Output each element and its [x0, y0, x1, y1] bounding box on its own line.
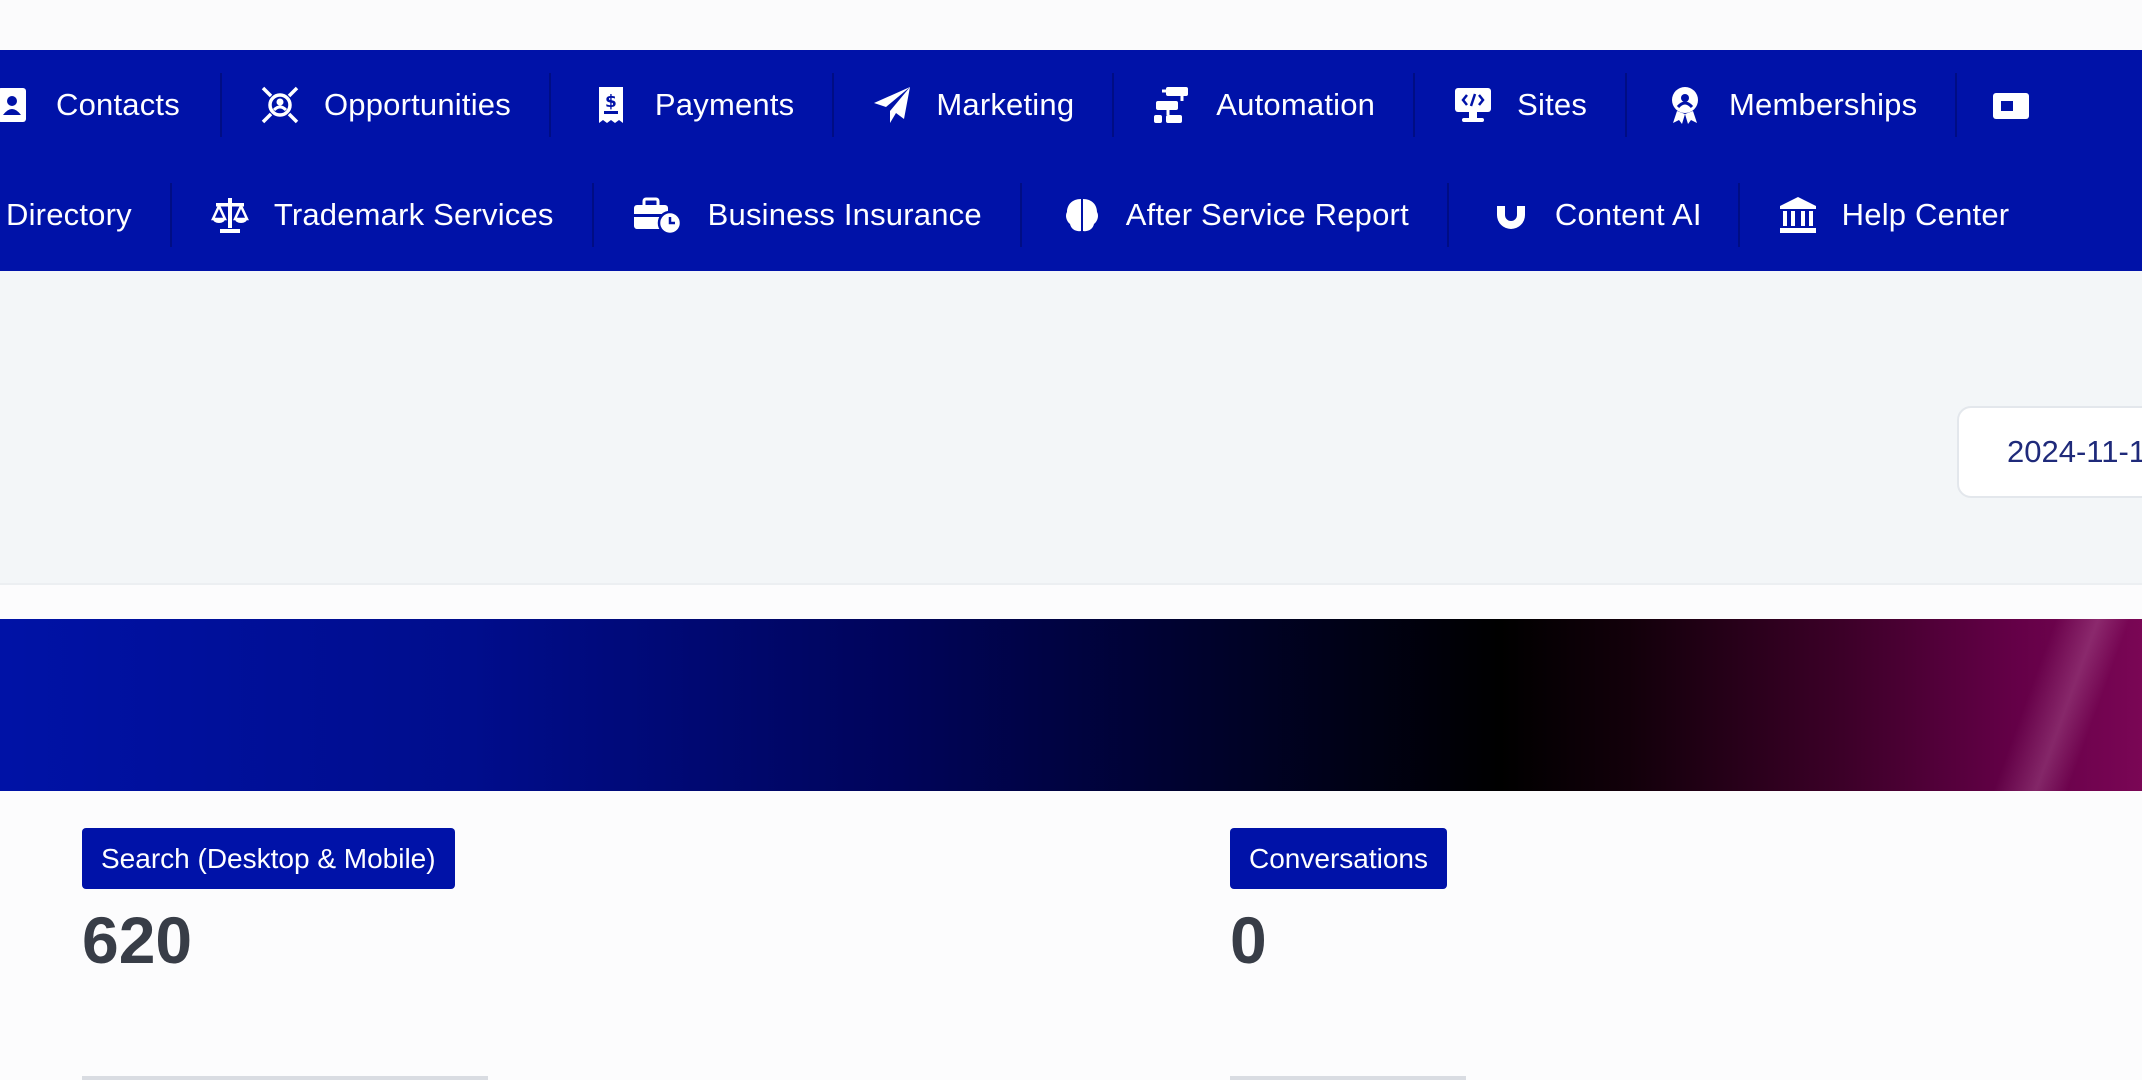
svg-text:$: $: [605, 92, 617, 112]
nav-label: Marketing: [936, 87, 1075, 122]
receipt-dollar-icon: $: [591, 85, 631, 125]
nav-label: Automation: [1216, 87, 1376, 122]
bank-building-icon: [1778, 195, 1818, 235]
nav-separator: [591, 183, 594, 247]
next-stat-badge-edge: [1230, 1076, 1466, 1080]
nav-separator: [1955, 73, 1958, 137]
nav-separator: [1737, 183, 1740, 247]
nav-item-marketing[interactable]: Marketing: [872, 50, 1074, 160]
nav-item-trademark-services[interactable]: Trademark Services: [210, 160, 554, 270]
magnet-icon: [1491, 195, 1531, 235]
top-strip: [0, 0, 2142, 50]
nav-separator: [1446, 183, 1449, 247]
nav-item-opportunities[interactable]: Opportunities: [260, 50, 511, 160]
scale-icon: [210, 195, 250, 235]
filter-area: [0, 271, 2142, 583]
nav-separator: [219, 73, 222, 137]
folder-icon: [1991, 85, 2031, 125]
nav-item-after-service-report[interactable]: After Service Report: [1062, 160, 1409, 270]
nav-label: Sites: [1517, 87, 1588, 122]
stat-value-search: 620: [82, 903, 193, 977]
nav-label: Memberships: [1729, 87, 1918, 122]
nav-label: Directory: [6, 197, 132, 232]
stat-label-text: Search (Desktop & Mobile): [101, 842, 436, 874]
nav-item-payments[interactable]: $ Payments: [591, 50, 794, 160]
stat-label-text: Conversations: [1249, 842, 1428, 874]
nav-label: Opportunities: [323, 87, 511, 122]
nav-label: Contacts: [56, 87, 180, 122]
nav-item-business-insurance[interactable]: Business Insurance: [632, 160, 982, 270]
spacer: [0, 585, 2142, 619]
nav-separator: [832, 73, 835, 137]
monitor-code-icon: [1453, 85, 1493, 125]
nav-label: Trademark Services: [273, 197, 554, 232]
target-user-icon: [260, 85, 300, 125]
nav-separator: [548, 73, 551, 137]
nav-label: Business Insurance: [707, 197, 982, 232]
nav-item-memberships[interactable]: Memberships: [1665, 50, 1917, 160]
nav-label: Payments: [654, 87, 795, 122]
date-range-picker[interactable]: 2024-11-1: [1957, 406, 2142, 498]
brain-icon: [1062, 195, 1102, 235]
nav-separator: [1019, 183, 1022, 247]
nav-label: Content AI: [1554, 197, 1702, 232]
nav-separator: [1413, 73, 1416, 137]
stat-value-conversations: 0: [1230, 903, 1267, 977]
nav-item-contacts[interactable]: Contacts: [0, 50, 180, 160]
nav-separator: [169, 183, 172, 247]
nav-label: Help Center: [1841, 197, 2010, 232]
nav-label: After Service Report: [1125, 197, 1409, 232]
award-badge-icon: [1665, 85, 1705, 125]
date-range-text: 2024-11-1: [2007, 434, 2142, 469]
nav-separator: [1625, 73, 1628, 137]
nav-separator: [1112, 73, 1115, 137]
nav-item-sites[interactable]: Sites: [1453, 50, 1587, 160]
nav-item-next-partial[interactable]: [1991, 50, 2055, 160]
briefcase-clock-icon: [632, 195, 684, 235]
nav-row-secondary: Directory Trademark Services Business In…: [0, 160, 2009, 270]
banner-texture: [1992, 619, 2142, 791]
next-stat-badge-edge: [82, 1076, 488, 1080]
stat-label-search: Search (Desktop & Mobile): [82, 828, 455, 889]
paper-plane-icon: [872, 85, 912, 125]
nav-item-automation[interactable]: Automation: [1152, 50, 1375, 160]
nav-item-directory[interactable]: Directory: [6, 160, 132, 270]
nav-row-primary: Contacts Opportunities $ Payments Market…: [0, 50, 2055, 160]
stat-label-conversations: Conversations: [1230, 828, 1447, 889]
contact-book-icon: [0, 85, 32, 125]
nav-item-content-ai[interactable]: Content AI: [1491, 160, 1702, 270]
main-nav: Contacts Opportunities $ Payments Market…: [0, 50, 2142, 271]
nav-item-help-center[interactable]: Help Center: [1778, 160, 2010, 270]
workflow-icon: [1152, 85, 1192, 125]
dashboard-banner: [0, 619, 2142, 791]
